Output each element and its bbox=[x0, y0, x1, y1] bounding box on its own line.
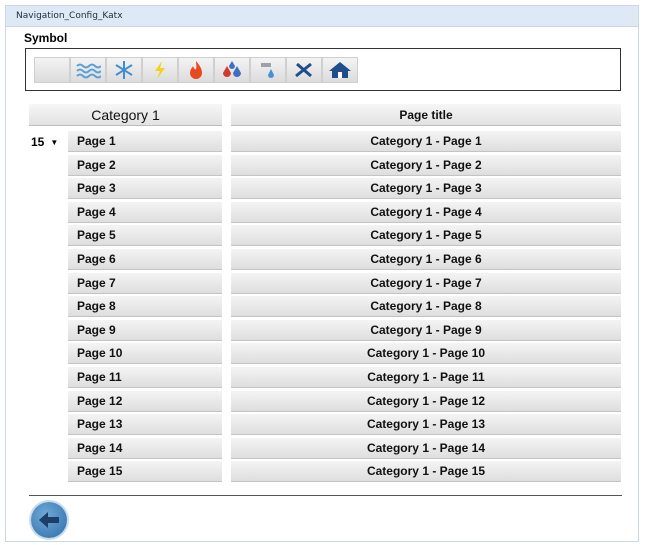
page-name-cell[interactable]: Page 7 bbox=[68, 272, 222, 294]
back-arrow-icon bbox=[39, 512, 59, 528]
window-title: Navigation_Config_Katx bbox=[6, 6, 638, 27]
page-name-cell[interactable]: Page 15 bbox=[68, 461, 222, 483]
page-name-cell[interactable]: Page 14 bbox=[68, 437, 222, 459]
table-row: Page 5 Category 1 - Page 5 bbox=[0, 225, 646, 249]
page-name-cell[interactable]: Page 4 bbox=[68, 201, 222, 223]
table-row: Page 12 Category 1 - Page 12 bbox=[0, 390, 646, 415]
page-title-cell[interactable]: Category 1 - Page 6 bbox=[231, 248, 621, 270]
page-name-cell[interactable]: Page 11 bbox=[68, 366, 222, 388]
table-row: Page 10 Category 1 - Page 10 bbox=[0, 343, 646, 367]
footer-divider bbox=[29, 495, 622, 496]
droplets-icon[interactable] bbox=[214, 57, 250, 83]
page-name-cell[interactable]: Page 13 bbox=[68, 414, 222, 436]
table-row: Page 3 Category 1 - Page 3 bbox=[0, 178, 646, 202]
page-title-cell[interactable]: Category 1 - Page 3 bbox=[231, 178, 621, 200]
page-title-cell[interactable]: Category 1 - Page 13 bbox=[231, 414, 621, 436]
page-name-cell[interactable]: Page 5 bbox=[68, 225, 222, 247]
table-row: Page 6 Category 1 - Page 6 bbox=[0, 248, 646, 273]
waves-icon[interactable] bbox=[70, 57, 106, 83]
page-name-cell[interactable]: Page 12 bbox=[68, 390, 222, 412]
page-title-cell[interactable]: Category 1 - Page 15 bbox=[231, 461, 621, 483]
house-icon[interactable] bbox=[322, 57, 358, 83]
page-title-cell[interactable]: Category 1 - Page 1 bbox=[231, 131, 621, 152]
table-row: Page 4 Category 1 - Page 4 bbox=[0, 201, 646, 226]
page-title-cell[interactable]: Category 1 - Page 10 bbox=[231, 343, 621, 365]
page-title-cell[interactable]: Category 1 - Page 12 bbox=[231, 390, 621, 412]
page-title-cell[interactable]: Category 1 - Page 7 bbox=[231, 272, 621, 294]
tools-icon[interactable] bbox=[286, 57, 322, 83]
page-name-cell[interactable]: Page 8 bbox=[68, 296, 222, 318]
page-name-cell[interactable]: Page 6 bbox=[68, 248, 222, 270]
page-list: Page 1 Category 1 - Page 1 Page 2 Category… bbox=[0, 131, 646, 485]
table-row: Page 8 Category 1 - Page 8 bbox=[0, 296, 646, 320]
table-row: Page 2 Category 1 - Page 2 bbox=[0, 154, 646, 179]
page-title-cell[interactable]: Category 1 - Page 5 bbox=[231, 225, 621, 247]
page-title-header[interactable]: Page title bbox=[231, 104, 621, 126]
table-row: Page 9 Category 1 - Page 9 bbox=[0, 319, 646, 344]
flame-icon[interactable] bbox=[178, 57, 214, 83]
table-row: Page 13 Category 1 - Page 13 bbox=[0, 414, 646, 438]
table-row: Page 7 Category 1 - Page 7 bbox=[0, 272, 646, 297]
page-title-cell[interactable]: Category 1 - Page 4 bbox=[231, 201, 621, 223]
page-title-cell[interactable]: Category 1 - Page 9 bbox=[231, 319, 621, 341]
page-title-cell[interactable]: Category 1 - Page 11 bbox=[231, 366, 621, 388]
table-row: Page 14 Category 1 - Page 14 bbox=[0, 437, 646, 462]
category-header[interactable]: Category 1 bbox=[29, 104, 222, 126]
page-name-cell[interactable]: Page 2 bbox=[68, 154, 222, 176]
page-title-cell[interactable]: Category 1 - Page 8 bbox=[231, 296, 621, 318]
page-name-cell[interactable]: Page 3 bbox=[68, 178, 222, 200]
page-name-cell[interactable]: Page 10 bbox=[68, 343, 222, 365]
lightning-icon[interactable] bbox=[142, 57, 178, 83]
symbol-label: Symbol bbox=[24, 31, 68, 45]
blank-icon[interactable] bbox=[34, 57, 70, 83]
water-tap-icon[interactable] bbox=[250, 57, 286, 83]
page-name-cell[interactable]: Page 9 bbox=[68, 319, 222, 341]
back-button[interactable] bbox=[31, 502, 67, 538]
table-row: Page 1 Category 1 - Page 1 bbox=[0, 131, 646, 155]
table-row: Page 11 Category 1 - Page 11 bbox=[0, 366, 646, 391]
table-row: Page 15 Category 1 - Page 15 bbox=[0, 461, 646, 485]
snowflake-icon[interactable] bbox=[106, 57, 142, 83]
page-title-cell[interactable]: Category 1 - Page 2 bbox=[231, 154, 621, 176]
page-title-cell[interactable]: Category 1 - Page 14 bbox=[231, 437, 621, 459]
symbol-palette bbox=[25, 48, 621, 91]
page-name-cell[interactable]: Page 1 bbox=[68, 131, 222, 152]
